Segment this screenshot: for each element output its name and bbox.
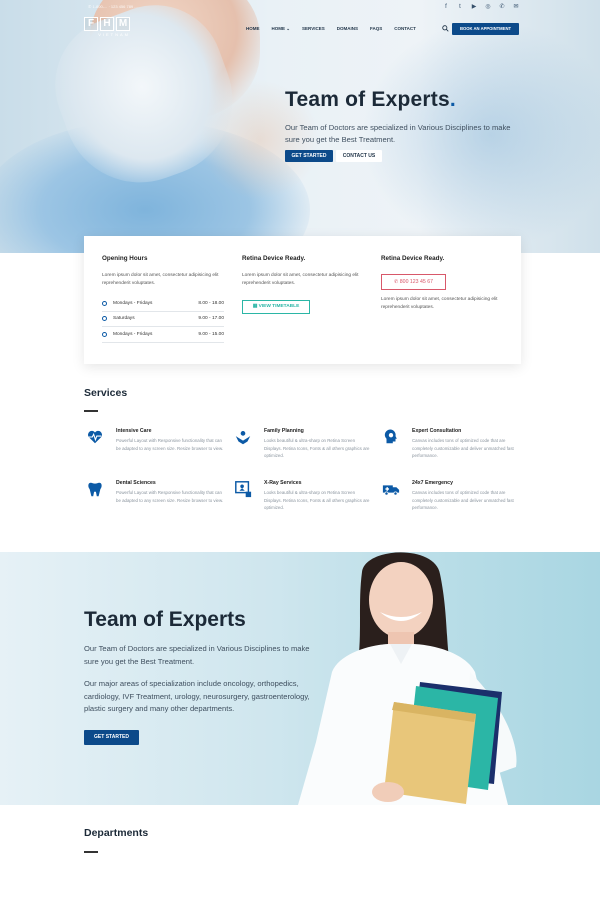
experts-title: Team of Experts	[84, 608, 246, 631]
mail-icon[interactable]: ✉	[512, 3, 520, 11]
hero-title-dot: .	[449, 88, 456, 111]
service-title: 24x7 Emergency	[412, 480, 453, 486]
hero-get-started-button[interactable]: GET STARTED	[285, 150, 333, 162]
tooth-icon	[88, 482, 102, 497]
hours-row: Mondays - Fridays 8.00 - 18.00	[102, 296, 224, 312]
departments-title: Departments	[84, 827, 149, 839]
nav-item-services[interactable]: SERVICES	[302, 26, 325, 32]
services-title: Services	[84, 387, 128, 399]
service-title: Family Planning	[264, 428, 304, 434]
opening-hours-text: Lorem ipsum dolor sit amet, consectetur …	[102, 273, 219, 286]
hero-text: Our Team of Doctors are specialized in V…	[285, 123, 511, 144]
nav-item-home[interactable]: HOME	[246, 26, 260, 32]
info-card: Opening Hours Lorem ipsum dolor sit amet…	[84, 236, 521, 364]
clock-icon	[102, 316, 107, 322]
phone-icon[interactable]: ✆	[498, 3, 506, 11]
clock-icon	[102, 300, 107, 306]
service-title: X-Ray Services	[264, 480, 302, 486]
hero-title: Team of Experts.	[285, 88, 456, 112]
hours-time: 8.00 - 18.00	[198, 300, 224, 306]
experts-text-1: Our Team of Doctors are specialized in V…	[84, 644, 310, 666]
hero-title-text: Team of Experts	[285, 88, 450, 111]
service-title: Dental Sciences	[116, 480, 156, 486]
opening-hours-column: Opening Hours Lorem ipsum dolor sit amet…	[102, 255, 224, 343]
retina-title: Retina Device Ready.	[242, 255, 306, 262]
site-logo[interactable]: F H M VIETNAM	[84, 17, 130, 37]
departments-divider	[84, 851, 98, 853]
service-title: Intensive Care	[116, 428, 152, 434]
main-nav: HOME HOME ⌄ SERVICES DOMAINS FAQS CONTAC…	[246, 26, 416, 32]
view-timetable-label: VIEW TIMETABLE	[258, 304, 300, 309]
service-text: Powerful Layout with Responsive function…	[116, 438, 224, 451]
nav-item-faqs[interactable]: FAQS	[370, 26, 382, 32]
retina-text: Lorem ipsum dolor sit amet, consectetur …	[242, 273, 359, 286]
hands-icon	[235, 431, 251, 445]
retina-column-phone: Retina Device Ready.	[381, 255, 503, 262]
twitter-icon[interactable]: t	[456, 3, 464, 11]
nav-item-contact[interactable]: CONTACT	[394, 26, 416, 32]
search-icon[interactable]	[442, 25, 449, 32]
hours-row: Mondays - Fridays 9.00 - 15.00	[102, 327, 224, 343]
experts-text-2: Our major areas of specialization includ…	[84, 679, 310, 713]
hours-row: Saturdays 9.00 - 17.00	[102, 312, 224, 328]
topbar-contact: ✆ 1-800-... · 123 456 789 ...	[88, 4, 138, 9]
logo-letter: M	[116, 17, 130, 31]
hours-day: Mondays - Fridays	[113, 300, 153, 306]
logo-subtitle: VIETNAM	[98, 32, 130, 37]
service-text: Canvas includes tons of optimized code t…	[412, 490, 514, 511]
hours-time: 9.00 - 15.00	[198, 331, 224, 337]
opening-hours-title: Opening Hours	[102, 255, 148, 262]
hours-day: Mondays - Fridays	[113, 331, 153, 337]
head-brain-icon	[384, 429, 397, 444]
facebook-icon[interactable]: f	[442, 3, 450, 11]
phone-button[interactable]: ✆ 800 123 45 67	[381, 274, 446, 290]
service-text: Looks beautiful & ultra-sharp on Retina …	[264, 490, 370, 511]
phone-number: 800 123 45 67	[399, 279, 433, 285]
nav-item-home-dropdown[interactable]: HOME ⌄	[272, 26, 291, 32]
logo-letter: H	[100, 17, 114, 31]
social-links: f t ▶ ◎ ✆ ✉	[442, 3, 520, 11]
service-text: Powerful Layout with Responsive function…	[116, 490, 224, 503]
clock-icon	[102, 331, 107, 337]
retina-phone-title: Retina Device Ready.	[381, 255, 445, 262]
book-appointment-button[interactable]: BOOK AN APPOINTMENT	[452, 23, 519, 35]
heart-pulse-icon	[87, 430, 103, 444]
service-text: Looks beautiful & ultra-sharp on Retina …	[264, 438, 370, 459]
service-title: Expert Consultation	[412, 428, 462, 434]
retina-phone-text: Lorem ipsum dolor sit amet, consectetur …	[381, 297, 498, 310]
experts-get-started-button[interactable]: GET STARTED	[84, 730, 139, 745]
ambulance-icon	[382, 485, 400, 496]
youtube-icon[interactable]: ▶	[470, 3, 478, 11]
retina-phone-text-wrap: Lorem ipsum dolor sit amet, consectetur …	[381, 296, 503, 311]
xray-monitor-icon	[235, 481, 252, 498]
view-timetable-button[interactable]: ▦ VIEW TIMETABLE	[242, 300, 310, 314]
services-divider	[84, 410, 98, 412]
hours-time: 9.00 - 17.00	[198, 316, 224, 322]
service-text: Canvas includes tons of optimized code t…	[412, 438, 514, 459]
instagram-icon[interactable]: ◎	[484, 3, 492, 11]
logo-letter: F	[84, 17, 98, 31]
hero-contact-us-button[interactable]: CONTACT US	[336, 150, 382, 162]
hours-list: Mondays - Fridays 8.00 - 18.00 Saturdays…	[102, 296, 224, 343]
nav-item-domains[interactable]: DOMAINS	[337, 26, 358, 32]
hours-day: Saturdays	[113, 316, 135, 322]
retina-column-timetable: Retina Device Ready. Lorem ipsum dolor s…	[242, 255, 364, 287]
